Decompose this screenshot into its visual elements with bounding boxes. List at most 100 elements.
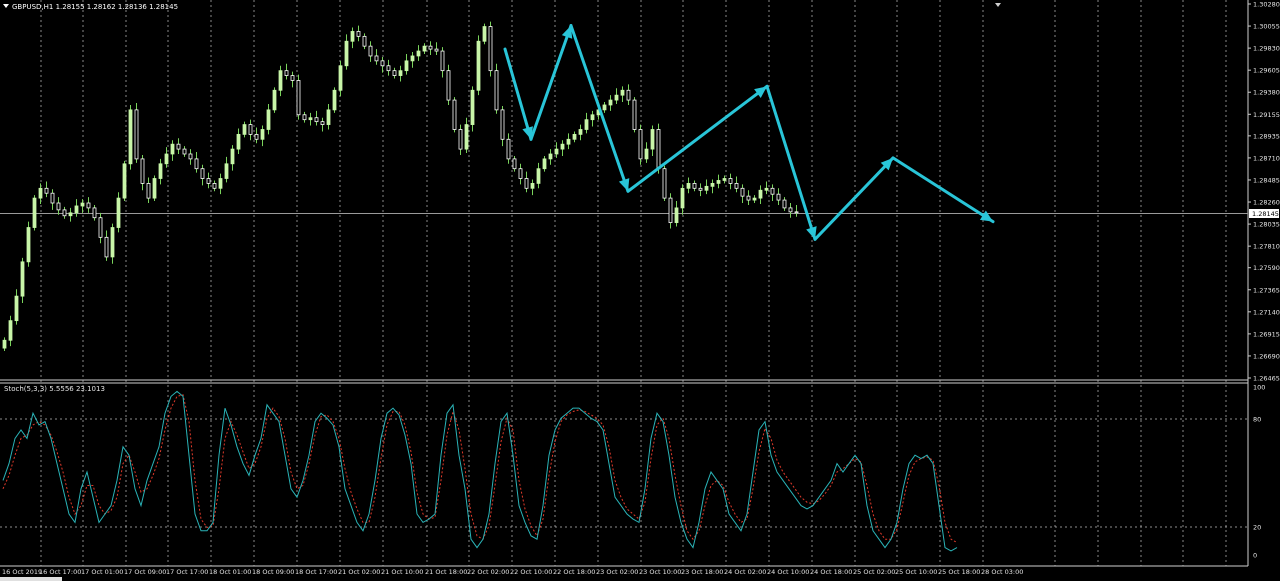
- price-tick-label: 1.27140: [1253, 308, 1280, 316]
- candle-bear: [770, 187, 775, 195]
- candle-bear: [428, 45, 433, 50]
- candle-bull: [398, 70, 403, 76]
- candle-bear: [188, 153, 193, 160]
- candle-bull: [584, 119, 589, 130]
- candle-bull: [218, 178, 223, 189]
- candle-bear: [86, 202, 91, 209]
- candle-bull: [74, 205, 79, 214]
- candle-bear: [380, 60, 385, 67]
- candle-bear: [140, 158, 145, 184]
- price-tick-label: 1.28710: [1253, 154, 1280, 162]
- time-tick-label: 16 Oct 17:00: [39, 568, 81, 576]
- candle-bull: [674, 207, 679, 224]
- time-tick-label: 18 Oct 09:00: [252, 568, 294, 576]
- candle-bull: [68, 212, 73, 217]
- time-axis-labels: 16 Oct 201916 Oct 17:00 17 Oct 01:00 17 Oc…: [2, 568, 1023, 576]
- time-tick-label: 24 Oct 02:00: [724, 568, 766, 576]
- time-tick-label: 17 Oct 17:00: [166, 568, 208, 576]
- candle-bear: [440, 50, 445, 72]
- candle-bull: [110, 227, 115, 258]
- candle-bull: [266, 109, 271, 130]
- price-tick-label: 1.27365: [1253, 286, 1280, 294]
- candle-bear: [692, 183, 697, 189]
- candle-bull: [554, 148, 559, 155]
- candle-bull: [350, 31, 355, 42]
- candle-bull: [620, 89, 625, 96]
- candle-bull: [308, 117, 313, 121]
- candle-bull: [20, 261, 25, 297]
- time-tick-label: 16 Oct 2019: [2, 568, 42, 576]
- price-tick-label: 1.28260: [1253, 199, 1280, 207]
- scrollbar-thumb[interactable]: [0, 577, 62, 581]
- price-tick-label: 1.30280: [1253, 1, 1280, 9]
- candle-bear: [320, 121, 325, 125]
- price-tick-label: 1.29155: [1253, 111, 1280, 119]
- candle-bear: [98, 217, 103, 238]
- candle-bear: [134, 109, 139, 160]
- candle-bull: [722, 178, 727, 181]
- time-tick-label: 17 Oct 01:00: [81, 568, 123, 576]
- candle-bull: [32, 197, 37, 228]
- candle-bull: [650, 129, 655, 150]
- candle-bear: [182, 148, 187, 155]
- candle-bull: [680, 187, 685, 209]
- candle-bull: [464, 124, 469, 150]
- price-tick-label: 1.28035: [1253, 221, 1280, 229]
- candle-bear: [368, 45, 373, 57]
- candle-bull: [716, 180, 721, 184]
- candle-bull: [332, 89, 337, 111]
- time-tick-label: 24 Oct 18:00: [810, 568, 852, 576]
- candle-bull: [2, 339, 7, 349]
- candle-bull: [128, 109, 133, 165]
- candle-bull: [566, 138, 571, 145]
- candle-bear: [44, 187, 49, 194]
- candle-bull: [578, 129, 583, 135]
- candle-bear: [296, 80, 301, 116]
- candle-bull: [470, 89, 475, 125]
- candle-bull: [704, 185, 709, 191]
- candle-bull: [602, 104, 607, 111]
- time-tick-label: 18 Oct 17:00: [295, 568, 337, 576]
- candle-bull: [542, 158, 547, 170]
- candle-bull: [326, 109, 331, 125]
- candle-bear: [512, 158, 517, 170]
- stoch-tick-label: 20: [1253, 524, 1261, 532]
- candle-bear: [302, 114, 307, 121]
- symbol-header: GBPUSD,H1 1.28155 1.28162 1.28136 1.2814…: [12, 3, 178, 11]
- candle-bull: [416, 50, 421, 57]
- candle-bull: [122, 163, 127, 199]
- candle-bear: [248, 124, 253, 135]
- candle-bear: [488, 26, 493, 72]
- candle-bear: [518, 168, 523, 179]
- candle-bull: [686, 183, 691, 189]
- candle-bear: [662, 168, 667, 199]
- time-tick-label: 25 Oct 02:00: [853, 568, 895, 576]
- candle-bull: [614, 94, 619, 101]
- candle-bear: [668, 197, 673, 224]
- candle-bear: [524, 178, 529, 189]
- candle-bull: [752, 197, 757, 201]
- price-tick-label: 1.26915: [1253, 330, 1280, 338]
- candle-bull: [482, 26, 487, 42]
- candle-bear: [176, 143, 181, 150]
- candle-bull: [236, 133, 241, 150]
- candle-bull: [224, 163, 229, 179]
- candle-bull: [764, 187, 769, 191]
- candle-bull: [8, 320, 13, 341]
- time-tick-label: 21 Oct 18:00: [425, 568, 467, 576]
- candle-bear: [500, 109, 505, 140]
- candle-bear: [92, 207, 97, 219]
- chart-canvas: 1.30280 1.30055 1.29830 1.29605 1.29380 1.291…: [0, 0, 1280, 581]
- price-tick-label: 1.27810: [1253, 243, 1280, 251]
- time-tick-label: 25 Oct 10:00: [895, 568, 937, 576]
- time-tick-label: 25 Oct 18:00: [938, 568, 980, 576]
- candle-bear: [284, 70, 289, 76]
- candle-bull: [158, 163, 163, 179]
- price-tick-label: 1.28485: [1253, 176, 1280, 184]
- candle-bear: [632, 99, 637, 130]
- candle-bull: [344, 40, 349, 67]
- candle-bull: [548, 153, 553, 160]
- candle-bull: [230, 148, 235, 165]
- candle-bear: [776, 193, 781, 201]
- candle-bear: [434, 48, 439, 52]
